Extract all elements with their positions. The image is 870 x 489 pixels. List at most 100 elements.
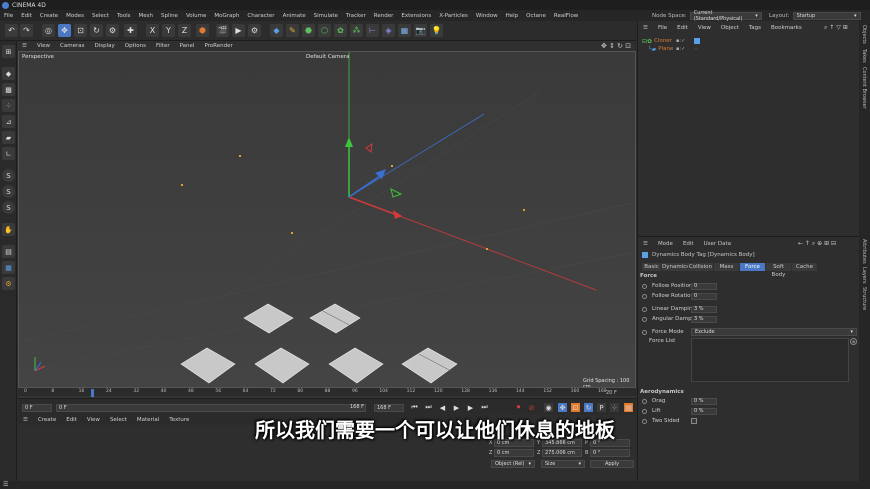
- obj-menu-object[interactable]: Object: [716, 25, 744, 31]
- coord-mode-dropdown[interactable]: Object (Rel) ▾: [491, 460, 535, 468]
- dynamics-tag-icon[interactable]: [694, 38, 700, 44]
- follow-position-input[interactable]: 0: [691, 283, 717, 290]
- timeline-playhead[interactable]: [91, 389, 94, 397]
- vp-menu-prorender[interactable]: ProRender: [199, 43, 237, 49]
- subdivision-surface-icon[interactable]: ⬣: [302, 24, 315, 37]
- snap-settings-icon[interactable]: S: [2, 185, 15, 198]
- menu-octane[interactable]: Octane: [522, 13, 550, 19]
- layout-dropdown[interactable]: Startup ▾: [792, 11, 861, 20]
- timeline-ruler[interactable]: 0 8 16 24 32 40 48 56 64 72 80 88 96 104 112 120 128 136 1…: [18, 388, 636, 398]
- move-tool-icon[interactable]: ✥: [58, 24, 71, 37]
- obj-menu-view[interactable]: View: [693, 25, 716, 31]
- viewport-nav-icons[interactable]: ✥ ⇕ ↻ ⊡: [601, 42, 631, 50]
- menu-volume[interactable]: Volume: [182, 13, 210, 19]
- coord-size-dropdown[interactable]: Size ▾: [541, 460, 585, 468]
- keyframe-selection-icon[interactable]: ◉: [544, 403, 553, 412]
- render-view-icon[interactable]: 🎬: [216, 24, 229, 37]
- animate-circle-icon[interactable]: [642, 283, 647, 289]
- vp-menu-filter[interactable]: Filter: [151, 43, 175, 49]
- tab-collision[interactable]: Collision: [688, 263, 713, 271]
- menu-help[interactable]: Help: [502, 13, 523, 19]
- pen-spline-icon[interactable]: ✎: [286, 24, 299, 37]
- redo-icon[interactable]: ↷: [20, 24, 33, 37]
- tab-basic[interactable]: Basic: [642, 263, 661, 271]
- go-to-start-icon[interactable]: ⏮: [410, 403, 419, 412]
- position-key-icon[interactable]: ✥: [558, 403, 567, 412]
- tab-force[interactable]: Force: [740, 263, 765, 271]
- animate-circle-icon[interactable]: [642, 398, 647, 404]
- angular-damping-input[interactable]: 3 %: [691, 316, 717, 323]
- model-mode-icon[interactable]: ◆: [2, 67, 15, 80]
- force-mode-dropdown[interactable]: Exclude ▾: [691, 328, 857, 336]
- coordinate-system-icon[interactable]: ⬢: [196, 24, 209, 37]
- play-icon[interactable]: ▶: [452, 403, 461, 412]
- menu-realflow[interactable]: RealFlow: [550, 13, 582, 19]
- camera-icon[interactable]: 📷: [414, 24, 427, 37]
- side-tab-objects[interactable]: Objects: [861, 25, 867, 44]
- tab-mass[interactable]: Mass: [714, 263, 739, 271]
- autokey-icon[interactable]: ⊘: [527, 403, 536, 412]
- tab-cache[interactable]: Cache: [792, 263, 817, 271]
- obj-menu-edit[interactable]: Edit: [672, 25, 693, 31]
- scale-tool-icon[interactable]: ⊡: [74, 24, 87, 37]
- current-frame-field[interactable]: 0 F: [22, 404, 52, 412]
- deformer-icon[interactable]: ⊢: [366, 24, 379, 37]
- grid-icon[interactable]: ▤: [2, 245, 15, 258]
- menu-select[interactable]: Select: [88, 13, 113, 19]
- animate-circle-icon[interactable]: [642, 408, 647, 414]
- render-picture-viewer-icon[interactable]: ▶: [232, 24, 245, 37]
- menu-edit[interactable]: Edit: [17, 13, 36, 19]
- extrude-icon[interactable]: ⬡: [318, 24, 331, 37]
- vp-menu-options[interactable]: Options: [120, 43, 151, 49]
- rotation-key-icon[interactable]: ↻: [584, 403, 593, 412]
- x-axis-lock-icon[interactable]: X: [146, 24, 159, 37]
- python-icon[interactable]: ⚙: [2, 277, 15, 290]
- sculpt-icon[interactable]: ✋: [2, 223, 15, 236]
- timeline-layout-icon[interactable]: ▤: [624, 403, 633, 412]
- object-name-cloner[interactable]: Cloner: [654, 38, 672, 44]
- points-mode-icon[interactable]: ⁘: [2, 99, 15, 112]
- vp-menu-display[interactable]: Display: [89, 43, 119, 49]
- perspective-viewport[interactable]: Perspective Default Camera Grid Spacing …: [18, 51, 636, 388]
- mograph-icon[interactable]: ⁂: [350, 24, 363, 37]
- workplane-icon[interactable]: S: [2, 201, 15, 214]
- obj-menu-file[interactable]: File: [653, 25, 672, 31]
- menu-simulate[interactable]: Simulate: [310, 13, 342, 19]
- preview-min-field[interactable]: 0 F: [56, 404, 366, 412]
- object-row-plane[interactable]: └▰ Plane ▪:✓ ⁘: [648, 45, 856, 53]
- light-icon[interactable]: 💡: [430, 24, 443, 37]
- make-editable-icon[interactable]: ⊞: [2, 45, 15, 58]
- vp-menu-panel[interactable]: Panel: [175, 43, 200, 49]
- drag-input[interactable]: 0 %: [691, 398, 717, 405]
- render-settings-icon[interactable]: ⚙: [248, 24, 261, 37]
- follow-rotation-input[interactable]: 0: [691, 293, 717, 300]
- animate-circle-icon[interactable]: [642, 306, 647, 312]
- live-select-icon[interactable]: ◎: [42, 24, 55, 37]
- field-icon[interactable]: ◈: [382, 24, 395, 37]
- visibility-toggle-icon[interactable]: ▪:✓: [676, 46, 685, 52]
- cube-object-icon[interactable]: ◆: [270, 24, 283, 37]
- viewport-panel-icon[interactable]: ☰: [17, 43, 32, 49]
- go-to-end-icon[interactable]: ⏭: [480, 403, 489, 412]
- linear-damping-input[interactable]: 3 %: [691, 306, 717, 313]
- coord-b-rotation[interactable]: 0 °: [590, 449, 630, 457]
- active-camera-label[interactable]: Default Camera: [306, 54, 349, 60]
- vp-menu-view[interactable]: View: [32, 43, 55, 49]
- side-tab-takes[interactable]: Takes: [861, 49, 867, 63]
- menu-modes[interactable]: Modes: [62, 13, 88, 19]
- previous-frame-icon[interactable]: ◀: [438, 403, 447, 412]
- menu-render[interactable]: Render: [370, 13, 398, 19]
- attribute-nav-icons[interactable]: ← ↑ ⌕ ⊕ ⊞ ⊟: [798, 240, 836, 248]
- end-frame-field[interactable]: 168 F: [374, 404, 404, 412]
- apply-button[interactable]: Apply: [590, 460, 634, 468]
- vp-menu-cameras[interactable]: Cameras: [55, 43, 89, 49]
- menu-animate[interactable]: Animate: [279, 13, 310, 19]
- animate-circle-icon[interactable]: [642, 316, 647, 322]
- menu-extensions[interactable]: Extensions: [397, 13, 435, 19]
- menu-create[interactable]: Create: [36, 13, 62, 19]
- axis-mode-icon[interactable]: ∟: [2, 147, 15, 160]
- edges-mode-icon[interactable]: ⊿: [2, 115, 15, 128]
- preview-max-field[interactable]: 168 F: [348, 404, 366, 412]
- phong-tag-icon[interactable]: ⁘: [694, 46, 698, 52]
- record-icon[interactable]: ⏺: [514, 403, 523, 412]
